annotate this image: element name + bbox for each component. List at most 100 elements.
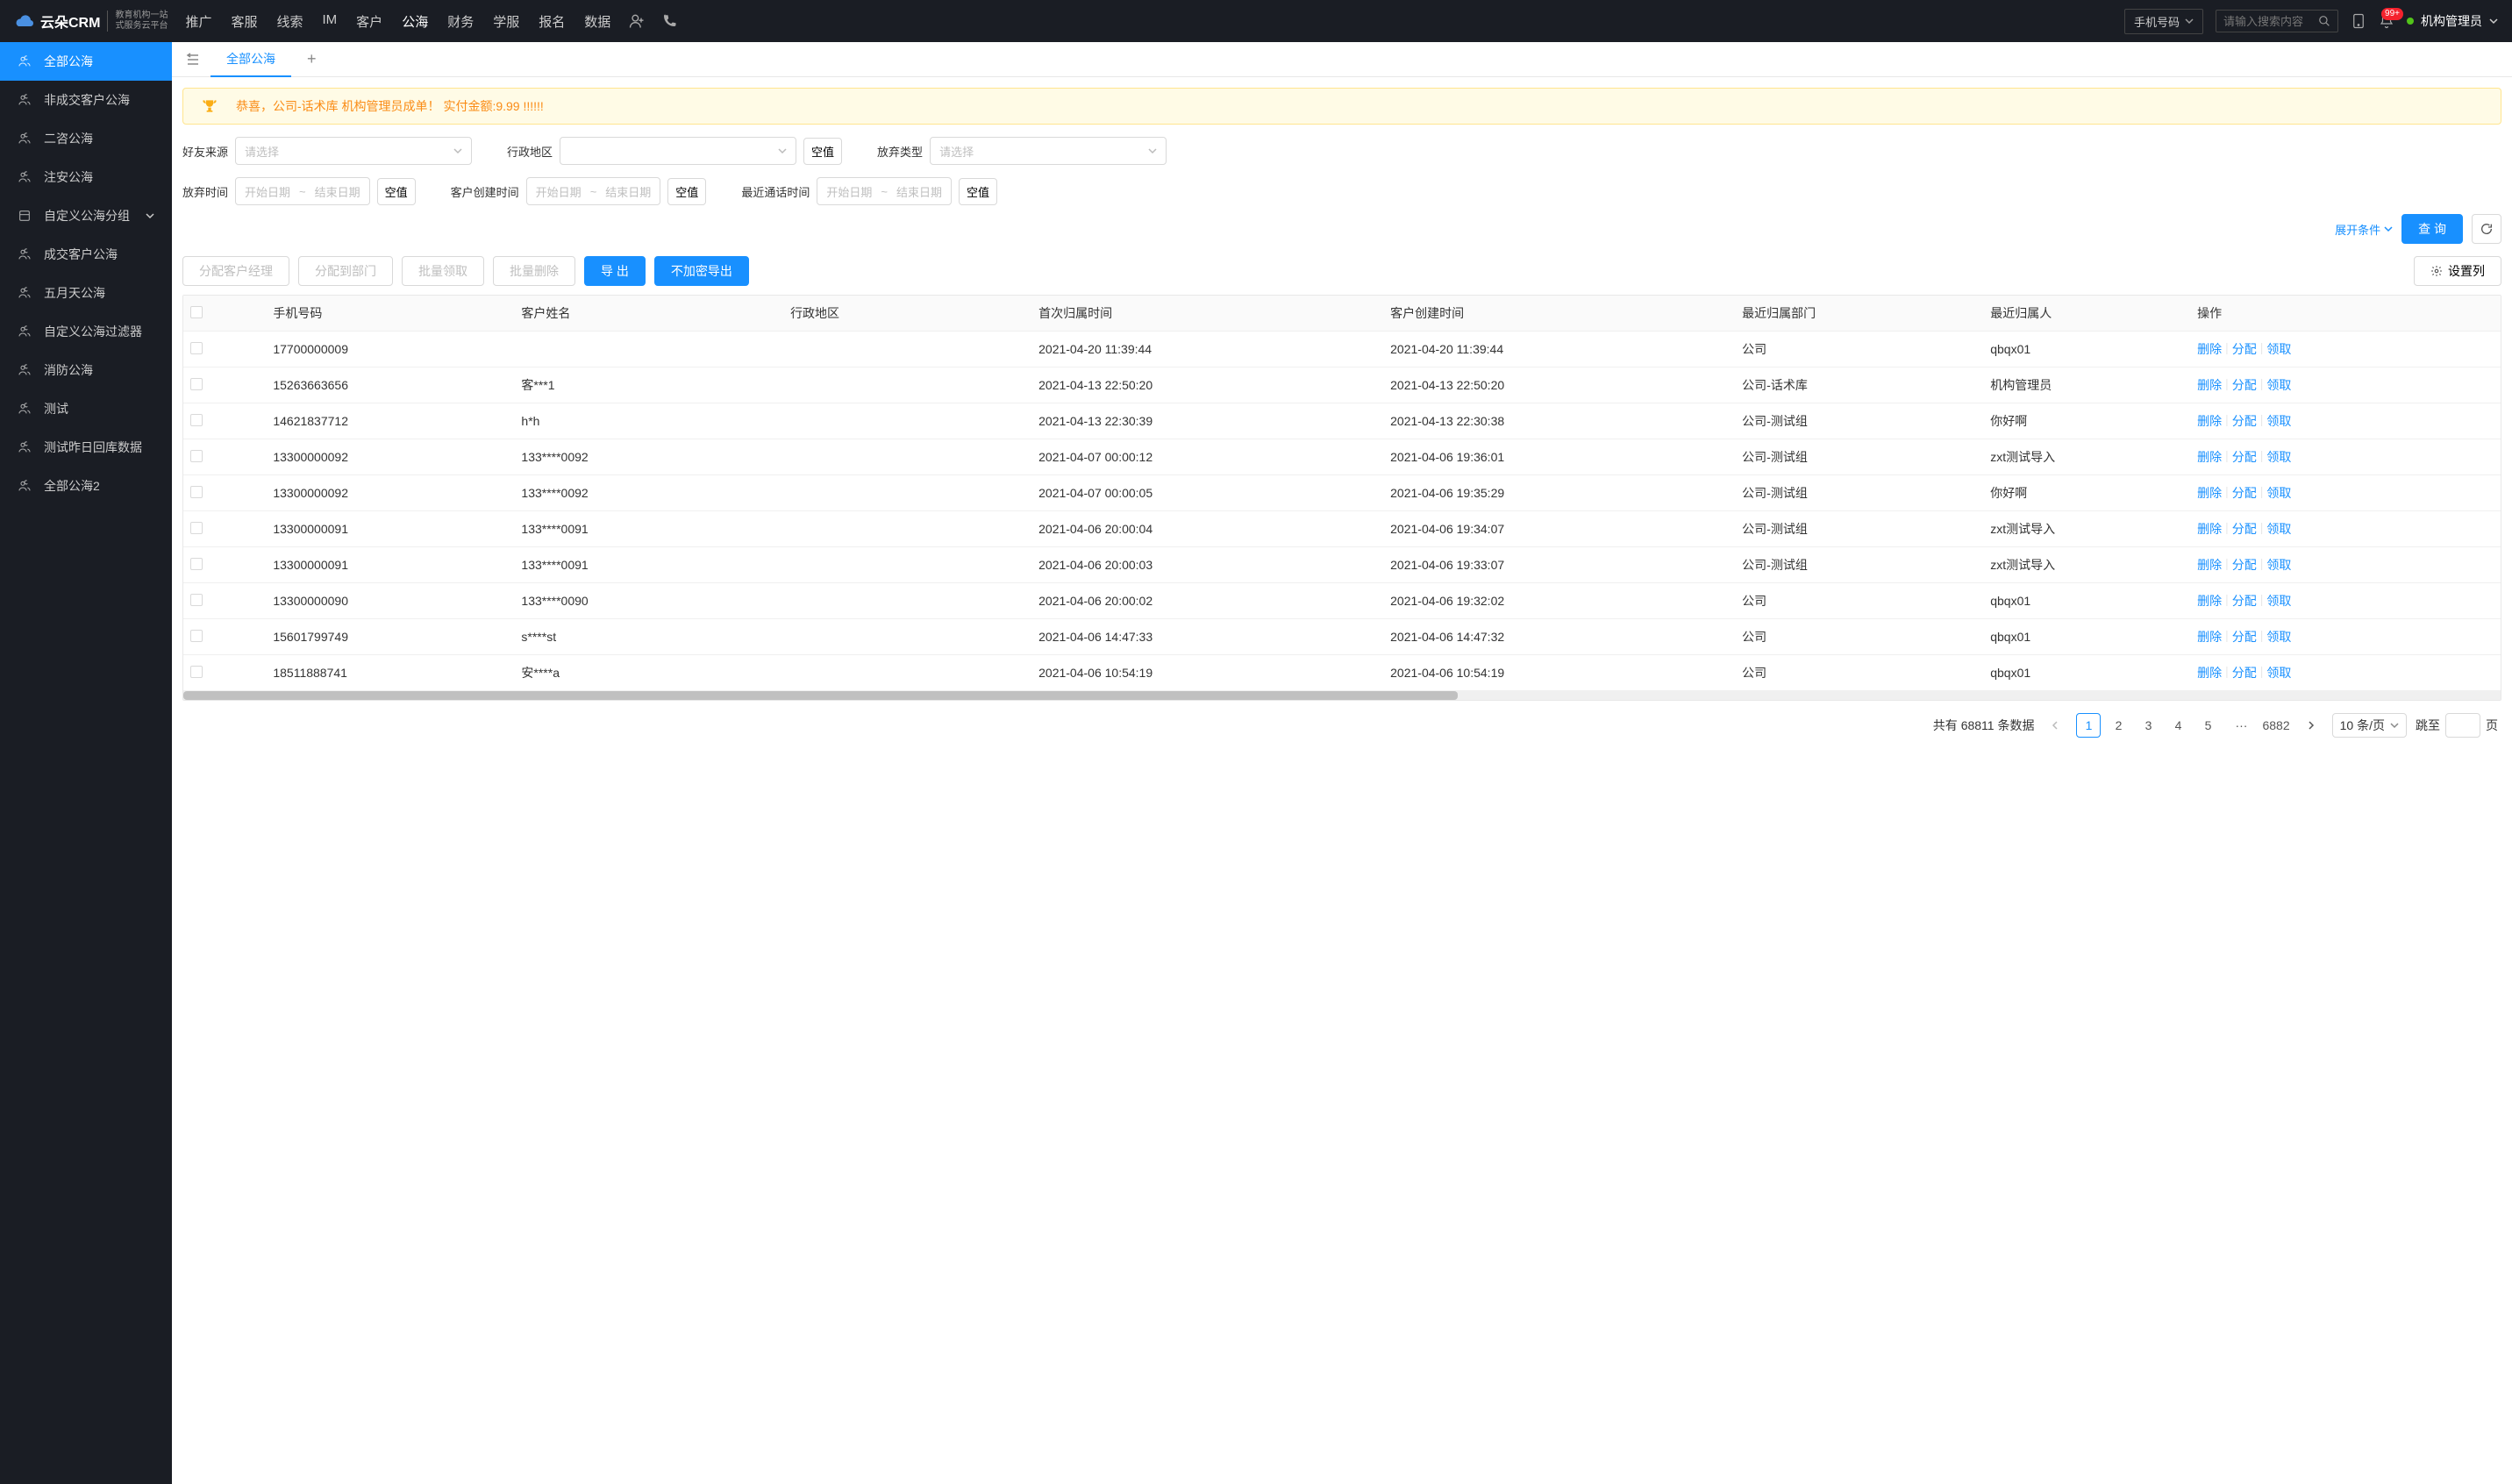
batch-claim-button[interactable]: 批量领取 [402, 256, 484, 286]
tab-add-button[interactable]: + [298, 50, 325, 68]
row-checkbox[interactable] [190, 594, 203, 606]
row-claim-link[interactable]: 领取 [2266, 376, 2291, 394]
logo[interactable]: 云朵CRM 教育机构一站 式服务云平台 [14, 11, 168, 32]
export-button[interactable]: 导 出 [584, 256, 646, 286]
page-number-5[interactable]: 5 [2195, 713, 2220, 738]
bell-icon[interactable]: 99+ [2379, 13, 2394, 29]
nav-item-4[interactable]: 客户 [356, 12, 382, 31]
null-button[interactable]: 空值 [377, 178, 416, 205]
sidebar-item-6[interactable]: 五月天公海 [0, 274, 172, 312]
tablet-icon[interactable] [2351, 13, 2366, 29]
nav-item-8[interactable]: 报名 [539, 12, 565, 31]
page-number-1[interactable]: 1 [2076, 713, 2101, 738]
row-assign-link[interactable]: 分配 [2232, 520, 2257, 538]
nav-item-3[interactable]: IM [323, 12, 338, 31]
row-assign-link[interactable]: 分配 [2232, 592, 2257, 610]
row-delete-link[interactable]: 删除 [2197, 628, 2222, 646]
row-claim-link[interactable]: 领取 [2266, 412, 2291, 430]
batch-delete-button[interactable]: 批量删除 [493, 256, 575, 286]
sidebar-item-0[interactable]: 全部公海 [0, 42, 172, 81]
page-number-3[interactable]: 3 [2136, 713, 2160, 738]
page-jump-input[interactable] [2445, 713, 2480, 738]
row-checkbox[interactable] [190, 450, 203, 462]
row-delete-link[interactable]: 删除 [2197, 484, 2222, 502]
search-input[interactable] [2223, 15, 2318, 28]
export-unencrypted-button[interactable]: 不加密导出 [654, 256, 749, 286]
date-range-input[interactable]: 开始日期~结束日期 [235, 177, 370, 205]
nav-item-5[interactable]: 公海 [402, 12, 428, 31]
sidebar-item-4[interactable]: 自定义公海分组 [0, 196, 172, 235]
search-type-select[interactable]: 手机号码 [2124, 9, 2203, 34]
add-user-icon[interactable] [628, 12, 646, 30]
sidebar-item-11[interactable]: 全部公海2 [0, 467, 172, 505]
row-delete-link[interactable]: 删除 [2197, 664, 2222, 681]
tab-all-public[interactable]: 全部公海 [211, 42, 291, 77]
select-all-checkbox[interactable] [190, 306, 203, 318]
row-checkbox[interactable] [190, 630, 203, 642]
row-checkbox[interactable] [190, 414, 203, 426]
row-claim-link[interactable]: 领取 [2266, 340, 2291, 358]
nav-item-2[interactable]: 线索 [276, 12, 303, 31]
nav-item-9[interactable]: 数据 [584, 12, 610, 31]
filter-select[interactable] [560, 137, 796, 165]
null-button[interactable]: 空值 [667, 178, 706, 205]
sidebar-item-9[interactable]: 测试 [0, 389, 172, 428]
row-assign-link[interactable]: 分配 [2232, 664, 2257, 681]
null-button[interactable]: 空值 [959, 178, 997, 205]
row-delete-link[interactable]: 删除 [2197, 340, 2222, 358]
row-checkbox[interactable] [190, 342, 203, 354]
horizontal-scrollbar[interactable] [183, 691, 2501, 700]
date-range-input[interactable]: 开始日期~结束日期 [817, 177, 952, 205]
user-menu[interactable]: 机构管理员 [2407, 12, 2498, 30]
date-range-input[interactable]: 开始日期~结束日期 [526, 177, 661, 205]
row-claim-link[interactable]: 领取 [2266, 556, 2291, 574]
row-checkbox[interactable] [190, 486, 203, 498]
sidebar-item-5[interactable]: 成交客户公海 [0, 235, 172, 274]
row-assign-link[interactable]: 分配 [2232, 556, 2257, 574]
assign-dept-button[interactable]: 分配到部门 [298, 256, 393, 286]
phone-icon[interactable] [661, 13, 677, 29]
page-number-2[interactable]: 2 [2106, 713, 2130, 738]
row-checkbox[interactable] [190, 666, 203, 678]
row-checkbox[interactable] [190, 522, 203, 534]
row-delete-link[interactable]: 删除 [2197, 412, 2222, 430]
row-claim-link[interactable]: 领取 [2266, 628, 2291, 646]
filter-select[interactable]: 请选择 [930, 137, 1167, 165]
sidebar-item-8[interactable]: 消防公海 [0, 351, 172, 389]
refresh-button[interactable] [2472, 214, 2501, 244]
row-checkbox[interactable] [190, 378, 203, 390]
scrollbar-thumb[interactable] [183, 691, 1458, 700]
column-settings-button[interactable]: 设置列 [2414, 256, 2501, 286]
row-assign-link[interactable]: 分配 [2232, 412, 2257, 430]
row-delete-link[interactable]: 删除 [2197, 448, 2222, 466]
row-assign-link[interactable]: 分配 [2232, 484, 2257, 502]
row-assign-link[interactable]: 分配 [2232, 448, 2257, 466]
page-size-select[interactable]: 10 条/页 [2332, 713, 2407, 738]
null-button[interactable]: 空值 [803, 138, 842, 165]
row-assign-link[interactable]: 分配 [2232, 340, 2257, 358]
assign-manager-button[interactable]: 分配客户经理 [182, 256, 289, 286]
row-delete-link[interactable]: 删除 [2197, 376, 2222, 394]
row-assign-link[interactable]: 分配 [2232, 376, 2257, 394]
page-last[interactable]: 6882 [2262, 713, 2289, 738]
filter-select[interactable]: 请选择 [235, 137, 472, 165]
query-button[interactable]: 查 询 [2401, 214, 2463, 244]
nav-item-7[interactable]: 学服 [493, 12, 519, 31]
row-delete-link[interactable]: 删除 [2197, 520, 2222, 538]
page-next-button[interactable] [2299, 713, 2323, 738]
row-claim-link[interactable]: 领取 [2266, 448, 2291, 466]
sidebar-item-10[interactable]: 测试昨日回库数据 [0, 428, 172, 467]
row-delete-link[interactable]: 删除 [2197, 556, 2222, 574]
row-claim-link[interactable]: 领取 [2266, 520, 2291, 538]
row-claim-link[interactable]: 领取 [2266, 484, 2291, 502]
row-claim-link[interactable]: 领取 [2266, 664, 2291, 681]
sidebar-item-3[interactable]: 注安公海 [0, 158, 172, 196]
row-delete-link[interactable]: 删除 [2197, 592, 2222, 610]
tabs-toggle-icon[interactable] [182, 49, 203, 70]
search-icon[interactable] [2318, 14, 2330, 28]
nav-item-1[interactable]: 客服 [231, 12, 257, 31]
nav-item-0[interactable]: 推广 [185, 12, 211, 31]
page-number-4[interactable]: 4 [2166, 713, 2190, 738]
sidebar-item-7[interactable]: 自定义公海过滤器 [0, 312, 172, 351]
row-checkbox[interactable] [190, 558, 203, 570]
